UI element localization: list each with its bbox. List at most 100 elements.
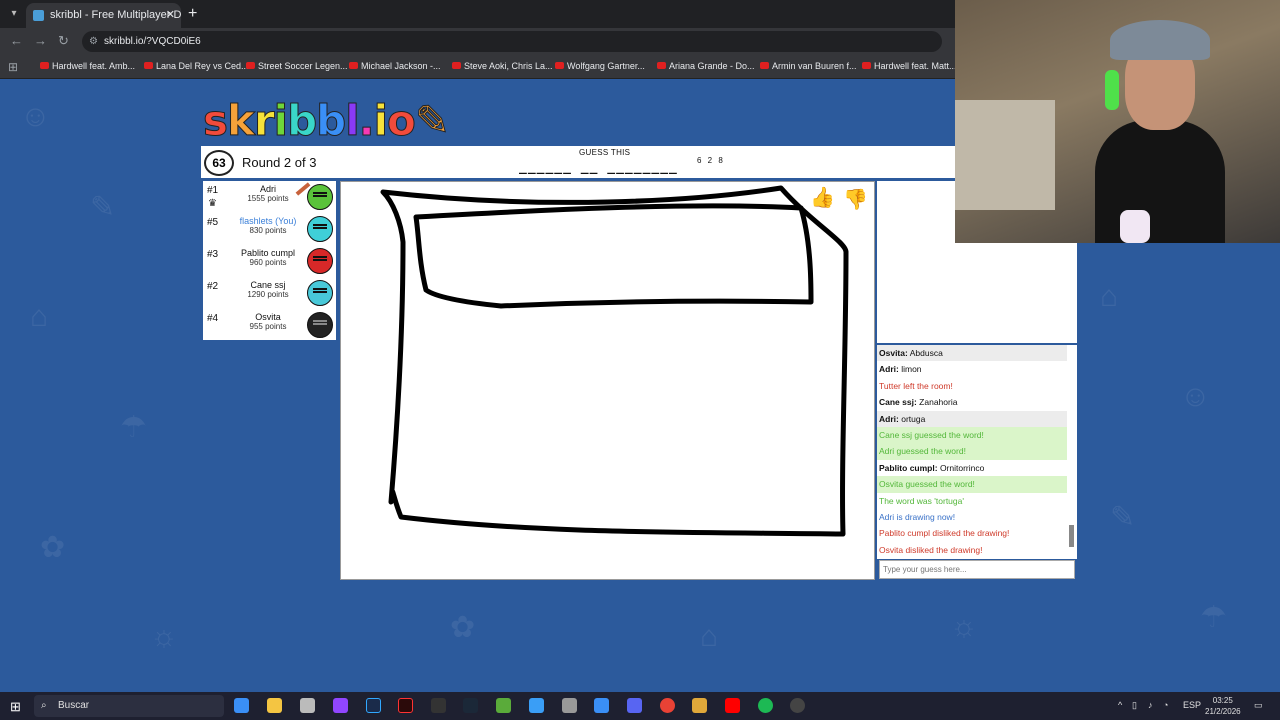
- chat-author: Adri:: [879, 364, 899, 375]
- bookmark-item[interactable]: Ariana Grande - Do...: [657, 61, 755, 71]
- webcam-headset: [1105, 70, 1119, 110]
- game-header: 63 Round 2 of 3 GUESS THIS ______ __ ___…: [201, 146, 955, 178]
- doodle-icon: ☂: [120, 411, 147, 444]
- app-icon[interactable]: [562, 698, 577, 713]
- taskbar-clock[interactable]: 03:25 21/2/2026: [1205, 695, 1241, 717]
- file-explorer-icon[interactable]: [267, 698, 282, 713]
- chat-author: Adri:: [879, 413, 899, 424]
- notification-icon[interactable]: ▭: [1254, 700, 1263, 711]
- chat-text: limon: [901, 364, 922, 375]
- minecraft-icon[interactable]: [496, 698, 511, 713]
- bookmark-item[interactable]: Michael Jackson -...: [349, 61, 441, 71]
- bookmark-item[interactable]: Lana Del Rey vs Ced...: [144, 61, 249, 71]
- webcam-overlay: [955, 0, 1280, 243]
- discord-icon[interactable]: [627, 698, 642, 713]
- copilot-icon[interactable]: [234, 698, 249, 713]
- back-arrow-icon[interactable]: ←: [10, 33, 23, 48]
- steam-icon[interactable]: [463, 698, 478, 713]
- bookmark-item[interactable]: Wolfgang Gartner...: [555, 61, 645, 71]
- chat-message: Osvita: Abdusca: [877, 345, 1067, 362]
- app-icon[interactable]: [790, 698, 805, 713]
- bookmark-item[interactable]: Armin van Buuren f...: [760, 61, 857, 71]
- twitch-icon[interactable]: [333, 698, 348, 713]
- browser-tab-bar: ▾ skribbl - Free Multiplayer Draw ✕ +: [0, 0, 955, 28]
- player-points: 955 points: [249, 322, 287, 331]
- taskbar-search[interactable]: ⌕ Buscar: [34, 695, 224, 717]
- chat-message: Osvita disliked the drawing!: [877, 542, 1067, 558]
- forward-arrow-icon[interactable]: →: [34, 33, 47, 48]
- app-icon[interactable]: [692, 698, 707, 713]
- tab-search-icon[interactable]: ▾: [6, 6, 22, 22]
- chat-author: Pablito cumpl:: [879, 462, 938, 473]
- drawing-canvas[interactable]: [340, 181, 875, 580]
- player-points: 960 points: [249, 258, 287, 267]
- site-info-icon[interactable]: ⚙: [89, 31, 98, 52]
- chat-message: Pablito cumpl disliked the drawing!: [877, 525, 1067, 541]
- app-icon[interactable]: [594, 698, 609, 713]
- app-icon[interactable]: [431, 698, 446, 713]
- hidden-word: ______ __ ________: [519, 160, 678, 175]
- windows-taskbar: ⊞ ⌕ Buscar ^ ▯ ♪ ◔ ESP 03:25 21/2/2026 ▭: [0, 692, 1280, 720]
- chat-scrollbar-thumb[interactable]: [1069, 525, 1074, 547]
- chat-message: Cane ssj: Zanahoria: [877, 394, 1067, 410]
- doodle-icon: ⌂: [30, 300, 49, 333]
- player-rank: #4: [207, 313, 219, 324]
- player-row: #5 flashlets (You) 830 points: [203, 213, 336, 245]
- chat-message: Adri: ortuga: [877, 410, 1067, 427]
- chat-text: Cane ssj guessed the word!: [879, 429, 984, 440]
- youtube-icon[interactable]: [725, 698, 740, 713]
- new-tab-button[interactable]: +: [188, 5, 197, 23]
- chat-text: Osvita guessed the word!: [879, 479, 975, 490]
- chat-text: Tutter left the room!: [879, 380, 953, 391]
- tray-network-icon[interactable]: ◔: [1163, 700, 1168, 710]
- player-rank: #1: [207, 185, 219, 196]
- bookmark-item[interactable]: Steve Aoki, Chris La...: [452, 61, 553, 71]
- chat-scrollbar[interactable]: [1069, 350, 1074, 556]
- app-icon[interactable]: [529, 698, 544, 713]
- tray-chevron-icon[interactable]: ^: [1118, 700, 1122, 710]
- reload-icon[interactable]: ↻: [58, 33, 69, 49]
- player-points: 1290 points: [247, 290, 289, 299]
- thumbs-down-icon[interactable]: 👎: [843, 187, 868, 212]
- chat-text: The word was 'tortuga': [879, 495, 964, 506]
- apps-grid-icon[interactable]: ⊞: [8, 60, 18, 74]
- spotify-icon[interactable]: [758, 698, 773, 713]
- app-icon[interactable]: [300, 698, 315, 713]
- tab-close-icon[interactable]: ✕: [166, 3, 175, 28]
- url-field[interactable]: ⚙ skribbl.io/?VQCD0iE6: [82, 31, 942, 52]
- doodle-icon: ☺: [20, 100, 51, 133]
- tray-language[interactable]: ESP: [1183, 700, 1201, 710]
- browser-tab[interactable]: skribbl - Free Multiplayer Draw ✕: [26, 3, 181, 28]
- tray-volume-icon[interactable]: ♪: [1148, 700, 1153, 710]
- chat-text: Zanahoria: [919, 397, 958, 408]
- chat-message: Adri is drawing now!: [877, 509, 1067, 525]
- player-row: #4 Osvita 955 points: [203, 309, 336, 341]
- illustrator-icon[interactable]: [398, 698, 413, 713]
- player-avatar: [307, 184, 333, 210]
- bookmark-item[interactable]: Hardwell feat. Matt...: [862, 61, 957, 71]
- doodle-icon: ☼: [150, 620, 178, 653]
- crown-icon: ♛: [208, 198, 217, 209]
- thumbs-up-icon[interactable]: 👍: [810, 185, 835, 210]
- chat-message: Tutter left the room!: [877, 378, 1067, 394]
- skribbl-favicon-icon: [33, 10, 44, 21]
- player-row: #2 Cane ssj 1290 points: [203, 277, 336, 309]
- chat-text: Abdusca: [909, 348, 943, 358]
- doodle-icon: ✿: [450, 611, 476, 644]
- chrome-icon[interactable]: [660, 698, 675, 713]
- bookmark-item[interactable]: Hardwell feat. Amb...: [40, 61, 135, 71]
- windows-start-icon[interactable]: ⊞: [10, 699, 21, 715]
- clock-date: 21/2/2026: [1205, 707, 1241, 716]
- guess-input[interactable]: [879, 560, 1075, 579]
- photoshop-icon[interactable]: [366, 698, 381, 713]
- player-name: Pablito cumpl: [240, 248, 296, 258]
- bookmark-item[interactable]: Street Soccer Legen...: [246, 61, 348, 71]
- player-avatar: [307, 312, 333, 338]
- webcam-person-body: [1095, 120, 1225, 243]
- player-points: 830 points: [249, 226, 287, 235]
- chat-text: Adri guessed the word!: [879, 446, 966, 457]
- tray-usb-icon[interactable]: ▯: [1132, 700, 1137, 711]
- doodle-icon: ☼: [950, 610, 978, 643]
- chat-text: ortuga: [901, 413, 926, 424]
- side-panel: [877, 243, 1077, 343]
